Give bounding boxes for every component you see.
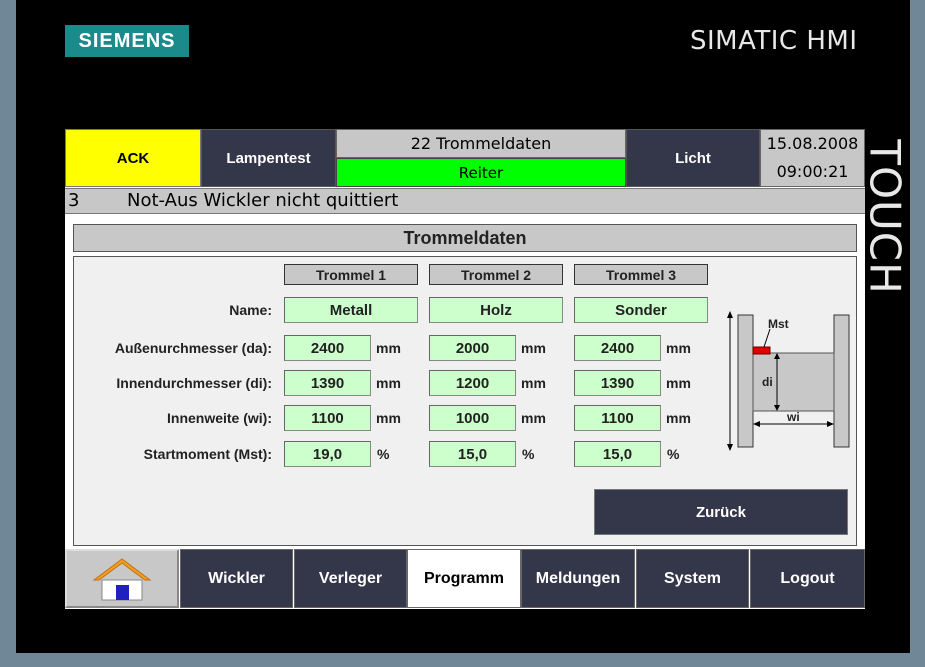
date-time-display: 15.08.2008 09:00:21 xyxy=(760,129,865,187)
nav-verleger[interactable]: Verleger xyxy=(294,549,407,608)
name-field-drum-3[interactable]: Sonder xyxy=(574,297,708,323)
diagram-label-di: di xyxy=(762,375,773,389)
label-start-torque: Startmoment (Mst): xyxy=(143,446,272,462)
outer-diameter-field-drum-1[interactable]: 2400 xyxy=(284,335,371,361)
name-field-drum-2[interactable]: Holz xyxy=(429,297,563,323)
nav-meldungen[interactable]: Meldungen xyxy=(521,549,635,608)
unit-mm: mm xyxy=(376,410,401,426)
inner-diameter-field-drum-2[interactable]: 1200 xyxy=(429,370,516,396)
back-button[interactable]: Zurück xyxy=(594,489,848,535)
touch-text: TOUCH xyxy=(860,139,910,295)
unit-mm: mm xyxy=(376,375,401,391)
alarm-line[interactable]: 3 Not-Aus Wickler nicht quittiert xyxy=(65,188,865,214)
unit-mm: mm xyxy=(521,340,546,356)
column-header-drum-2: Trommel 2 xyxy=(429,264,563,285)
time-display: 09:00:21 xyxy=(776,162,849,181)
nav-logout[interactable]: Logout xyxy=(750,549,865,608)
label-name: Name: xyxy=(229,302,272,318)
diagram-label-wi: wi xyxy=(786,410,800,424)
outer-diameter-field-drum-3[interactable]: 2400 xyxy=(574,335,661,361)
inner-width-field-drum-2[interactable]: 1000 xyxy=(429,405,516,431)
inner-width-field-drum-1[interactable]: 1100 xyxy=(284,405,371,431)
screen-name: 22 Trommeldaten xyxy=(336,129,626,158)
nav-wickler[interactable]: Wickler xyxy=(180,549,293,608)
start-torque-field-drum-3[interactable]: 15,0 xyxy=(574,441,661,467)
unit-percent: % xyxy=(377,446,390,462)
lamp-test-button[interactable]: Lampentest xyxy=(201,129,336,187)
product-name: SIMATIC HMI xyxy=(690,26,858,56)
label-outer-diameter: Außenurchmesser (da): xyxy=(114,340,272,356)
tab-indicator[interactable]: Reiter xyxy=(336,158,626,187)
nav-system[interactable]: System xyxy=(636,549,749,608)
bottom-navigation: Wickler Verleger Programm Meldungen Syst… xyxy=(65,549,865,609)
unit-mm: mm xyxy=(666,340,691,356)
home-icon xyxy=(92,557,152,600)
inner-diameter-field-drum-1[interactable]: 1390 xyxy=(284,370,371,396)
unit-mm: mm xyxy=(521,375,546,391)
unit-mm: mm xyxy=(376,340,401,356)
date-display: 15.08.2008 xyxy=(766,134,859,153)
label-inner-diameter: Innendurchmesser (di): xyxy=(116,375,272,391)
inner-diameter-field-drum-3[interactable]: 1390 xyxy=(574,370,661,396)
touch-label: TOUCH xyxy=(860,132,910,302)
page-title: Trommeldaten xyxy=(73,224,857,252)
column-header-drum-3: Trommel 3 xyxy=(574,264,708,285)
unit-percent: % xyxy=(522,446,535,462)
alarm-text: Not-Aus Wickler nicht quittiert xyxy=(127,190,399,211)
unit-mm: mm xyxy=(521,410,546,426)
ack-button[interactable]: ACK xyxy=(65,129,201,187)
outer-diameter-field-drum-2[interactable]: 2000 xyxy=(429,335,516,361)
diagram-label-mst: Mst xyxy=(768,317,789,331)
start-torque-field-drum-2[interactable]: 15,0 xyxy=(429,441,516,467)
column-header-drum-1: Trommel 1 xyxy=(284,264,418,285)
inner-width-field-drum-3[interactable]: 1100 xyxy=(574,405,661,431)
drum-diagram: Mst da di wi xyxy=(727,311,850,451)
home-button[interactable] xyxy=(65,549,179,608)
siemens-logo: SIEMENS xyxy=(65,25,189,57)
start-torque-field-drum-1[interactable]: 19,0 xyxy=(284,441,371,467)
nav-programm[interactable]: Programm xyxy=(407,549,521,608)
drum-data-panel: Trommel 1 Trommel 2 Trommel 3 Name: Meta… xyxy=(73,256,857,546)
unit-percent: % xyxy=(667,446,680,462)
content-area: Trommeldaten Trommel 1 Trommel 2 Trommel… xyxy=(65,214,865,549)
label-inner-width: Innenweite (wi): xyxy=(167,410,272,426)
name-field-drum-1[interactable]: Metall xyxy=(284,297,418,323)
light-button[interactable]: Licht xyxy=(626,129,760,187)
hmi-screen: ACK Lampentest 22 Trommeldaten Reiter Li… xyxy=(65,129,865,609)
alarm-number: 3 xyxy=(68,190,80,211)
unit-mm: mm xyxy=(666,410,691,426)
unit-mm: mm xyxy=(666,375,691,391)
